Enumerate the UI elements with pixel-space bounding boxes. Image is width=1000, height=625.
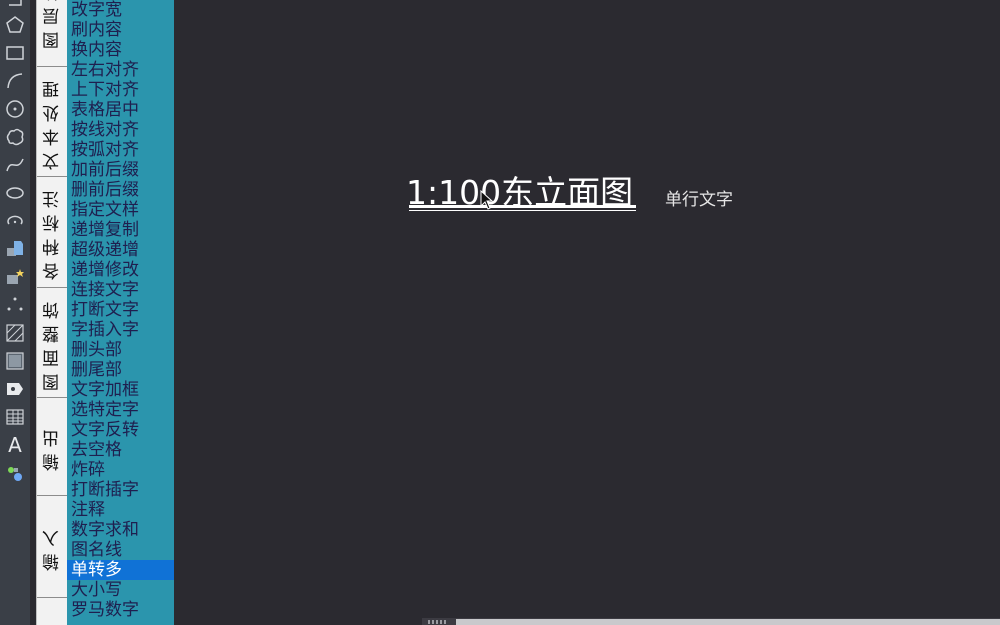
command-item[interactable]: 按弧对齐 [67,140,174,160]
command-item[interactable]: 连接文字 [67,280,174,300]
tab-label: 文本处理 [42,73,63,170]
command-item[interactable]: 打断文字 [67,300,174,320]
insert-block-icon[interactable] [2,236,28,262]
command-item[interactable]: 刷内容 [67,20,174,40]
tab-layer-management[interactable]: 图层管 [37,0,67,67]
command-item[interactable]: 加前后缀 [67,160,174,180]
command-item[interactable]: 改字宽 [67,0,174,20]
command-item-selected[interactable]: 单转多 [67,560,174,580]
command-item[interactable]: 超级递增 [67,240,174,260]
rectangle-icon[interactable] [2,40,28,66]
command-item[interactable]: 换内容 [67,40,174,60]
command-item[interactable]: 递增修改 [67,260,174,280]
polygon-icon[interactable] [2,12,28,38]
category-tabs: 图层管 文本处理 各种标注 图面整饰 输出 输入 [36,0,68,625]
tab-drawing-finishing[interactable]: 图面整饰 [37,288,67,398]
command-item[interactable]: 炸碎 [67,460,174,480]
command-item[interactable]: 左右对齐 [67,60,174,80]
command-item[interactable]: 删头部 [67,340,174,360]
command-item[interactable]: 指定文样 [67,200,174,220]
table-icon[interactable] [2,404,28,430]
command-item[interactable]: 去空格 [67,440,174,460]
command-item[interactable]: 选特定字 [67,400,174,420]
command-item[interactable]: 大小写 [67,580,174,600]
title-underline-thin[interactable] [409,210,636,211]
horizontal-scrollbar[interactable] [422,618,1000,625]
region-icon[interactable] [2,376,28,402]
drawing-canvas[interactable]: 1:100东立面图 单行文字 [174,0,1000,625]
tab-input[interactable]: 输入 [37,496,67,598]
tab-label: 输出 [42,422,63,471]
command-item[interactable]: 打断插字 [67,480,174,500]
make-block-icon[interactable] [2,264,28,290]
tab-annotations[interactable]: 各种标注 [37,177,67,288]
command-item[interactable]: 删尾部 [67,360,174,380]
command-item[interactable]: 注释 [67,500,174,520]
command-list: 改字宽 刷内容 换内容 左右对齐 上下对齐 表格居中 按线对齐 按弧对齐 加前后… [67,0,174,625]
add-selected-icon[interactable] [2,460,28,486]
circle-icon[interactable] [2,96,28,122]
command-item[interactable]: 删前后缀 [67,180,174,200]
command-item[interactable]: 罗马数字 [67,600,174,620]
scrollbar-thumb[interactable] [456,619,1000,625]
point-icon[interactable] [2,292,28,318]
command-item[interactable]: 文字反转 [67,420,174,440]
gradient-icon[interactable] [2,348,28,374]
title-underline-thick[interactable] [409,205,636,208]
mouse-cursor-icon [480,190,494,210]
multiline-text-icon[interactable]: A [2,432,28,458]
arc-icon[interactable] [2,68,28,94]
command-item[interactable]: 字插入字 [67,320,174,340]
command-item[interactable]: 按线对齐 [67,120,174,140]
tab-label: 各种标注 [42,184,63,280]
command-item[interactable]: 表格居中 [67,100,174,120]
scrollbar-grip-icon [428,620,448,624]
tab-label: 输入 [42,522,63,571]
revcloud-icon[interactable] [2,124,28,150]
tab-label: 图面整饰 [42,294,63,391]
command-item[interactable]: 图名线 [67,540,174,560]
spline-icon[interactable] [2,152,28,178]
command-item[interactable]: 文字加框 [67,380,174,400]
command-item[interactable]: 数字求和 [67,520,174,540]
draw-toolbar: A [0,0,31,625]
ellipse-icon[interactable] [2,180,28,206]
single-line-text[interactable]: 单行文字 [665,185,733,210]
command-item[interactable]: 递增复制 [67,220,174,240]
tab-output[interactable]: 输出 [37,398,67,496]
tab-text-processing[interactable]: 文本处理 [37,67,67,177]
tab-label: 图层管 [42,0,63,49]
hatch-icon[interactable] [2,320,28,346]
ellipse-arc-icon[interactable] [2,208,28,234]
command-item[interactable]: 上下对齐 [67,80,174,100]
